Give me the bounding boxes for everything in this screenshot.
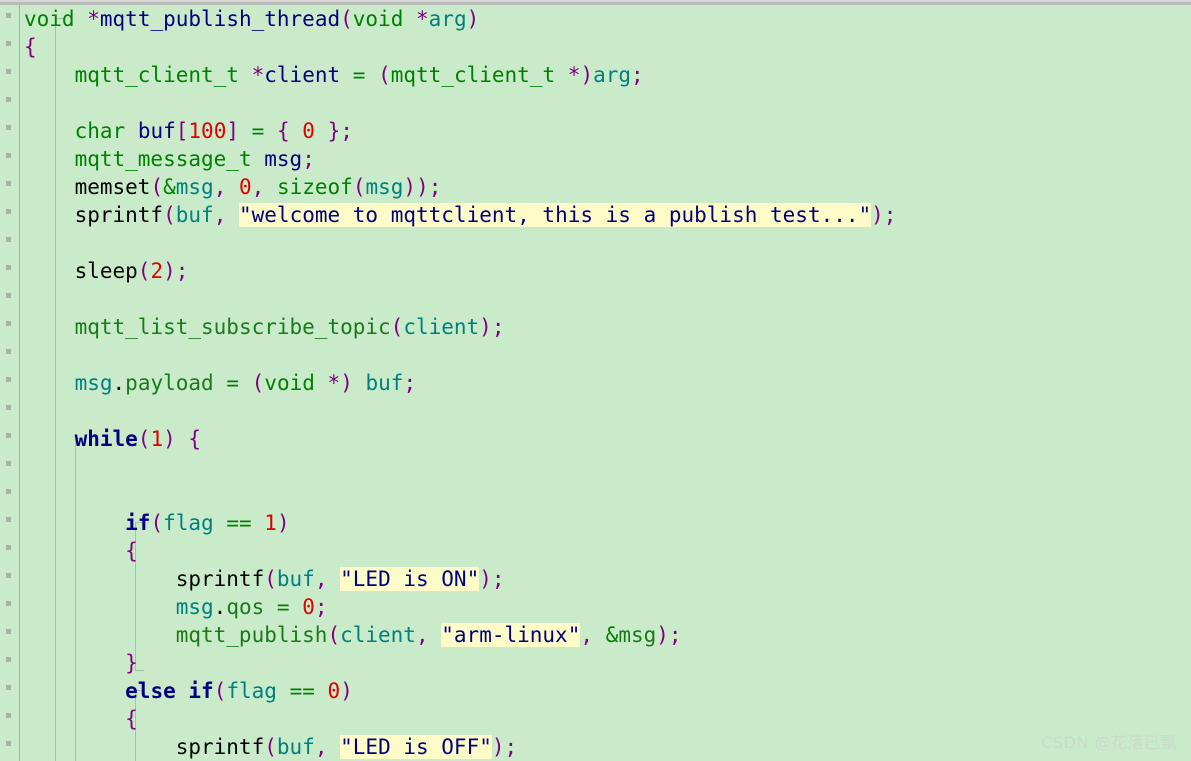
gutter-divider [19,5,20,761]
code-line: else if(flag == 0) [125,679,353,703]
gutter-marker-dot[interactable] [6,377,11,382]
code-line: mqtt_publish(client, "arm-linux", &msg); [175,623,682,647]
gutter-marker-dot[interactable] [6,405,11,410]
gutter-marker-dot[interactable] [6,293,11,298]
gutter-marker-dot[interactable] [6,153,11,158]
code-line: sprintf(buf, "welcome to mqttclient, thi… [74,203,897,227]
gutter-marker-dot[interactable] [6,685,11,690]
code-line: { [125,707,138,731]
gutter-marker-dot[interactable] [6,573,11,578]
code-line: sprintf(buf, "LED is OFF"); [175,735,518,759]
code-editor: void *mqtt_publish_thread(void *arg) { mq… [0,0,1191,761]
code-line: while(1) { [74,427,202,451]
code-line: mqtt_list_subscribe_topic(client); [74,315,505,339]
gutter-marker-dot[interactable] [6,433,11,438]
code-line: { [24,35,37,59]
code-line: void *mqtt_publish_thread(void *arg) [24,7,480,31]
code-line: } [125,651,138,675]
code-line: mqtt_message_t msg; [74,147,315,171]
gutter-marker-dot[interactable] [6,69,11,74]
gutter-marker-dot[interactable] [6,97,11,102]
gutter-marker-dot[interactable] [6,741,11,746]
gutter-marker-dot[interactable] [6,237,11,242]
code-content[interactable]: void *mqtt_publish_thread(void *arg) { mq… [24,5,896,761]
code-line: msg.qos = 0; [175,595,328,619]
gutter-marker-dot[interactable] [6,545,11,550]
csdn-watermark: CSDN @花落已飘 [1041,733,1177,752]
code-line: memset(&msg, 0, sizeof(msg)); [74,175,442,199]
code-line: char buf[100] = { 0 }; [74,119,353,143]
code-line: mqtt_client_t *client = (mqtt_client_t *… [74,63,644,87]
gutter-marker-dot[interactable] [6,41,11,46]
code-line: sleep(2); [74,259,189,283]
gutter-marker-dot[interactable] [6,517,11,522]
gutter-marker-dot[interactable] [6,601,11,606]
gutter-marker-dot[interactable] [6,13,11,18]
code-line: if(flag == 1) [125,511,290,535]
gutter-marker-dot[interactable] [6,265,11,270]
code-line: msg.payload = (void *) buf; [74,371,417,395]
code-line: { [125,539,138,563]
gutter-marker-dot[interactable] [6,125,11,130]
gutter-marker-dot[interactable] [6,181,11,186]
editor-top-edge-highlight [0,0,1191,2]
gutter-marker-dot[interactable] [6,349,11,354]
gutter-marker-dot[interactable] [6,713,11,718]
gutter-marker-dot[interactable] [6,461,11,466]
gutter-marker-dot[interactable] [6,657,11,662]
gutter-marker-dot[interactable] [6,489,11,494]
gutter-marker-dot[interactable] [6,321,11,326]
marker-gutter[interactable] [0,5,20,761]
gutter-marker-dot[interactable] [6,629,11,634]
gutter-marker-dot[interactable] [6,209,11,214]
code-line: sprintf(buf, "LED is ON"); [175,567,505,591]
